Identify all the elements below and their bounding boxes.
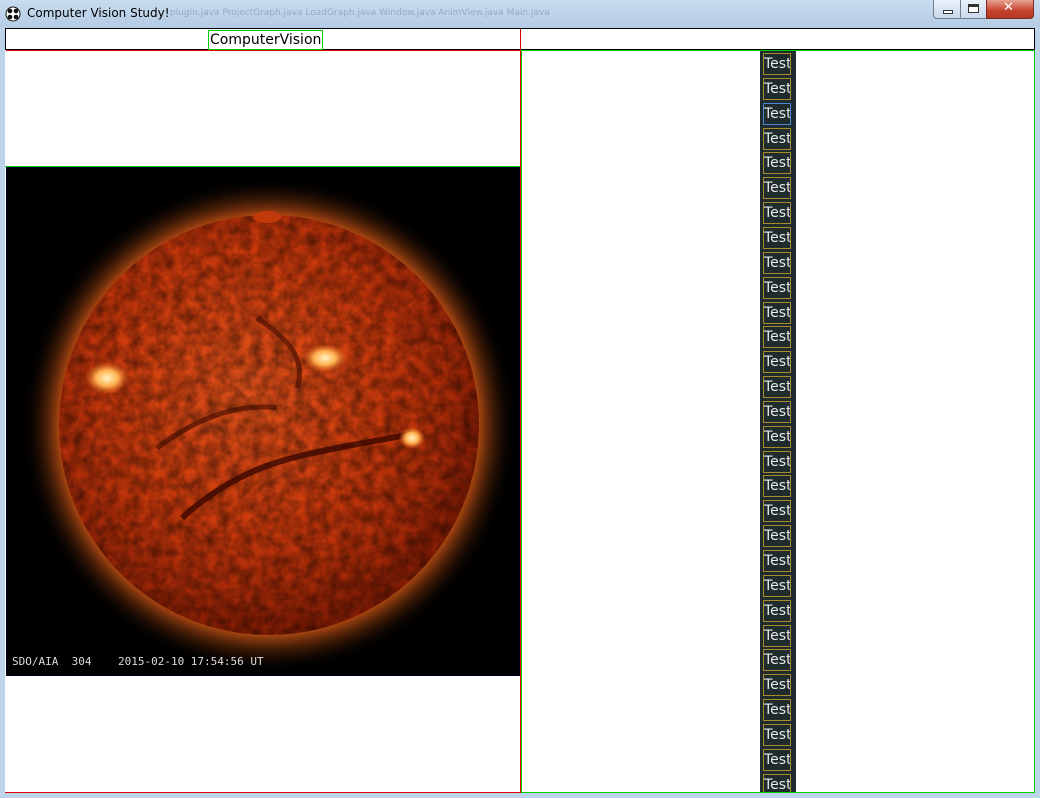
app-icon bbox=[5, 6, 21, 22]
list-item[interactable]: Test bbox=[763, 326, 791, 349]
header-cell: ComputerVision bbox=[6, 29, 521, 51]
right-panel: Test Test Test Test Test Test Test Test Test Test… bbox=[521, 50, 1035, 793]
list-item[interactable]: Test bbox=[763, 53, 791, 75]
list-item[interactable]: Test bbox=[763, 77, 791, 100]
list-item[interactable]: Test bbox=[763, 574, 791, 597]
list-item[interactable]: Test bbox=[763, 376, 791, 399]
list-item[interactable]: Test bbox=[763, 599, 791, 622]
background-editor-tabs: plugin.java ProjectGraph.java LoadGraph.… bbox=[170, 8, 550, 18]
list-item[interactable]: Test bbox=[763, 525, 791, 548]
list-item[interactable]: Test bbox=[763, 202, 791, 225]
list-item[interactable]: Test bbox=[763, 102, 791, 125]
list-item[interactable]: Test bbox=[763, 773, 791, 792]
window-frame-bottom bbox=[0, 793, 1040, 798]
maximize-icon bbox=[968, 4, 979, 13]
header-row: ComputerVision bbox=[5, 28, 1035, 51]
sun-picture bbox=[7, 168, 519, 675]
window-title: Computer Vision Study! bbox=[27, 6, 170, 20]
list-item[interactable]: Test bbox=[763, 276, 791, 299]
list-item[interactable]: Test bbox=[763, 251, 791, 274]
list-item[interactable]: Test bbox=[763, 301, 791, 324]
header-title: ComputerVision bbox=[208, 30, 324, 50]
list-item[interactable]: Test bbox=[763, 226, 791, 249]
list-item[interactable]: Test bbox=[763, 425, 791, 448]
list-item[interactable]: Test bbox=[763, 649, 791, 672]
left-panel: SDO/AIA 304 2015-02-10 17:54:56 UT bbox=[5, 50, 521, 793]
list-item[interactable]: Test bbox=[763, 177, 791, 200]
list-item[interactable]: Test bbox=[763, 674, 791, 697]
left-top-spacer bbox=[5, 50, 520, 167]
list-item[interactable]: Test bbox=[763, 500, 791, 523]
maximize-button[interactable] bbox=[960, 0, 987, 19]
list-item[interactable]: Test bbox=[763, 351, 791, 374]
image-caption: SDO/AIA 304 2015-02-10 17:54:56 UT bbox=[12, 655, 264, 668]
title-bar[interactable]: Computer Vision Study! plugin.java Proje… bbox=[0, 0, 1040, 28]
list-item[interactable]: Test bbox=[763, 450, 791, 473]
minimize-button[interactable] bbox=[933, 0, 961, 19]
list-item[interactable]: Test bbox=[763, 400, 791, 423]
window-frame-right bbox=[1035, 28, 1040, 793]
list-item[interactable]: Test bbox=[763, 127, 791, 150]
test-list[interactable]: Test Test Test Test Test Test Test Test Test Test… bbox=[760, 51, 796, 792]
close-button[interactable]: ✕ bbox=[986, 0, 1034, 19]
list-item[interactable]: Test bbox=[763, 152, 791, 175]
list-item[interactable]: Test bbox=[763, 723, 791, 746]
minimize-icon bbox=[943, 10, 953, 14]
list-item[interactable]: Test bbox=[763, 550, 791, 572]
close-icon: ✕ bbox=[1003, 0, 1014, 15]
client-area: ComputerVision SDO/AIA 304 2015-02-10 17… bbox=[5, 28, 1035, 793]
list-item[interactable]: Test bbox=[763, 475, 791, 498]
list-item[interactable]: Test bbox=[763, 624, 791, 647]
list-item[interactable]: Test bbox=[763, 699, 791, 722]
sun-image: SDO/AIA 304 2015-02-10 17:54:56 UT bbox=[6, 167, 520, 676]
list-item[interactable]: Test bbox=[763, 748, 791, 771]
